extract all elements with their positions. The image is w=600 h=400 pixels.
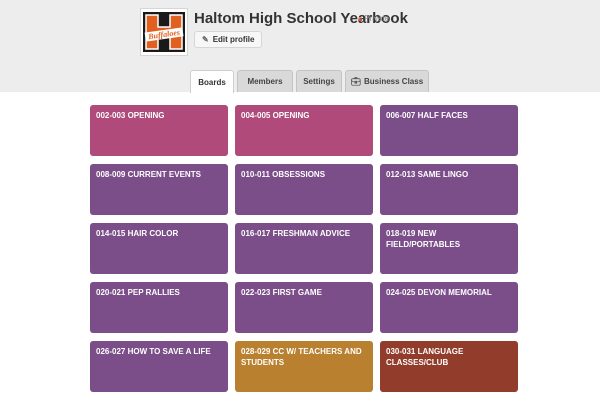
board-title: 020-021 PEP RALLIES (96, 288, 180, 297)
board-title: 012-013 SAME LINGO (386, 170, 469, 179)
board-title: 014-015 HAIR COLOR (96, 229, 179, 238)
board-title: 002-003 OPENING (96, 111, 165, 120)
board-title: 006-007 HALF FACES (386, 111, 468, 120)
tab-settings-label: Settings (303, 77, 335, 86)
board-title: 026-027 HOW TO SAVE A LIFE (96, 347, 211, 356)
edit-profile-label: Edit profile (212, 35, 255, 44)
profile-tabs: Boards Members Settings 💼︎ Business Clas… (0, 70, 600, 93)
board-tile[interactable]: 030-031 LANGUAGE CLASSES/CLUB (380, 341, 518, 392)
tab-members-label: Members (247, 77, 283, 86)
lock-icon: 🔒︎ (358, 14, 363, 23)
board-tile[interactable]: 028-029 CC W/ TEACHERS AND STUDENTS (235, 341, 373, 392)
board-tile[interactable]: 004-005 OPENING (235, 105, 373, 156)
board-tile[interactable]: 008-009 CURRENT EVENTS (90, 164, 228, 215)
board-tile[interactable]: 018-019 NEW FIELD/PORTABLES (380, 223, 518, 274)
board-title: 008-009 CURRENT EVENTS (96, 170, 201, 179)
team-logo: Buffaloes (140, 8, 188, 56)
board-title: 022-023 FIRST GAME (241, 288, 322, 297)
board-tile[interactable]: 024-025 DEVON MEMORIAL (380, 282, 518, 333)
board-title: 024-025 DEVON MEMORIAL (386, 288, 492, 297)
tab-boards[interactable]: Boards (190, 70, 234, 93)
board-title: 028-029 CC W/ TEACHERS AND STUDENTS (241, 347, 362, 367)
board-tile[interactable]: 020-021 PEP RALLIES (90, 282, 228, 333)
board-tile[interactable]: 002-003 OPENING (90, 105, 228, 156)
privacy-label: Private (364, 14, 390, 23)
board-tile[interactable]: 006-007 HALF FACES (380, 105, 518, 156)
board-title: 030-031 LANGUAGE CLASSES/CLUB (386, 347, 464, 367)
pencil-icon: ✎ (202, 35, 209, 44)
tab-business-class-label: Business Class (364, 77, 424, 86)
board-title: 004-005 OPENING (241, 111, 310, 120)
edit-profile-button[interactable]: ✎ Edit profile (194, 31, 263, 48)
tab-business-class[interactable]: 💼︎ Business Class (345, 70, 429, 92)
board-title: 016-017 FRESHMAN ADVICE (241, 229, 351, 238)
board-title: 010-011 OBSESSIONS (241, 170, 326, 179)
board-tile[interactable]: 014-015 HAIR COLOR (90, 223, 228, 274)
board-tile[interactable]: 010-011 OBSESSIONS (235, 164, 373, 215)
board-title: 018-019 NEW FIELD/PORTABLES (386, 229, 461, 249)
board-tile[interactable]: 026-027 HOW TO SAVE A LIFE (90, 341, 228, 392)
board-tile[interactable]: 012-013 SAME LINGO (380, 164, 518, 215)
briefcase-icon: 💼︎ (350, 77, 361, 86)
profile-header: Buffaloes Haltom High School Yearbook 🔒︎… (0, 0, 600, 93)
privacy-badge: 🔒︎ Private (358, 14, 389, 24)
tab-settings[interactable]: Settings (296, 70, 342, 92)
tab-members[interactable]: Members (237, 70, 293, 92)
tab-boards-label: Boards (198, 77, 226, 87)
board-tile[interactable]: 022-023 FIRST GAME (235, 282, 373, 333)
board-tile[interactable]: 016-017 FRESHMAN ADVICE (235, 223, 373, 274)
